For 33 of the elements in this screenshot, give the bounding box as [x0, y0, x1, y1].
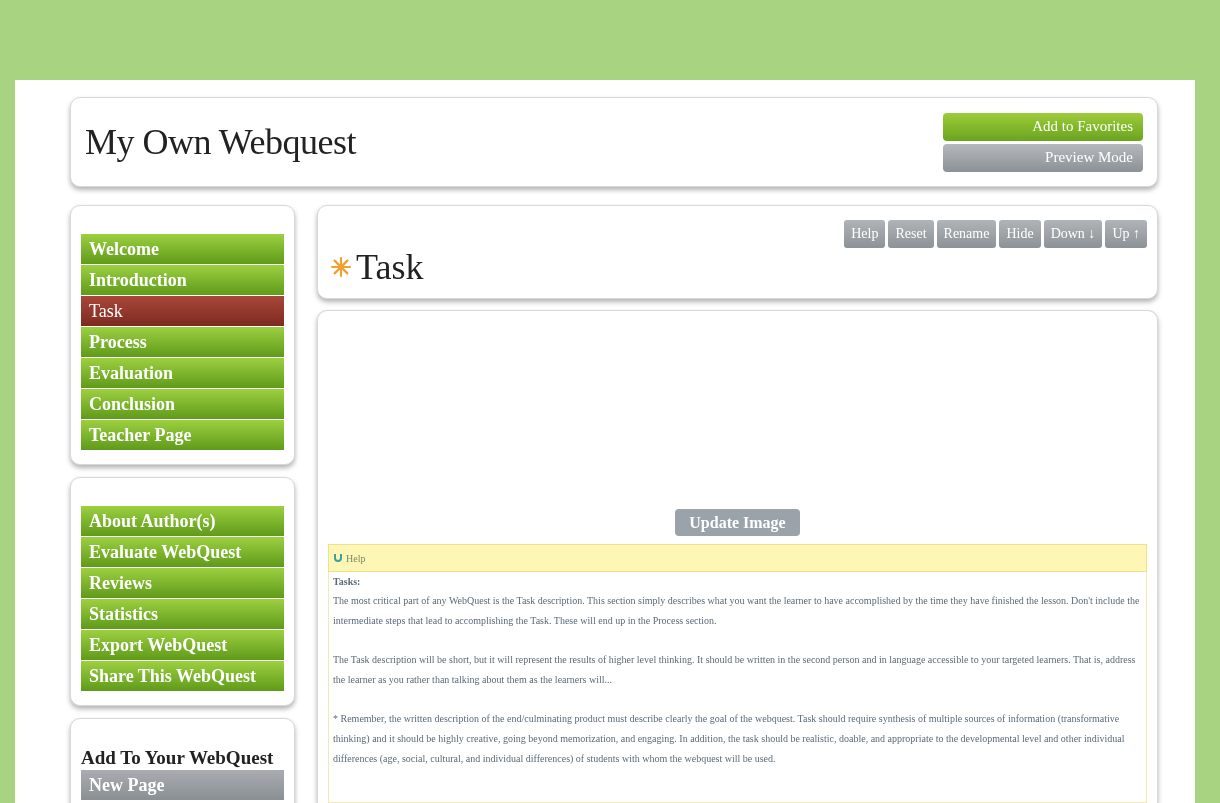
action-button[interactable]: Up ↑ — [1105, 220, 1147, 248]
update-image-button[interactable]: Update Image — [675, 509, 800, 536]
nav-item[interactable]: Welcome — [81, 234, 284, 264]
nav-item[interactable]: Evaluation — [81, 358, 284, 388]
page-title: Task — [356, 246, 424, 288]
header-button[interactable]: Add to Favorites — [943, 112, 1143, 141]
action-button[interactable]: Rename — [936, 220, 997, 248]
action-button[interactable]: Down ↓ — [1043, 220, 1103, 248]
help-heading: Tasks: — [333, 576, 362, 587]
tool-link[interactable]: Reviews — [81, 568, 284, 598]
nav-item[interactable]: Task — [81, 296, 284, 326]
tool-link[interactable]: Export WebQuest — [81, 630, 284, 660]
help-icon — [333, 553, 343, 563]
panel-title: Add To Your WebQuest — [81, 747, 275, 769]
nav-item[interactable]: Process — [81, 327, 284, 357]
tool-link[interactable]: Evaluate WebQuest — [81, 537, 284, 567]
site-title: My Own Webquest — [85, 121, 356, 163]
help-text: The most critical part of any WebQuest is the Task description. This section simply describes what you want the learner to have accomplished by the time they have finished the lesson. Don't include the intermediate steps that lead to accomplishing the Task. These will end up in the Process section. — [333, 594, 1141, 628]
action-button[interactable]: Reset — [888, 220, 934, 248]
asterisk-icon — [330, 256, 352, 278]
tool-link[interactable]: Share This WebQuest — [81, 661, 284, 691]
tool-link[interactable]: Statistics — [81, 599, 284, 629]
header-button[interactable]: Preview Mode — [943, 143, 1143, 172]
nav-item[interactable]: Introduction — [81, 265, 284, 295]
help-text: * Remember, the written description of the end/culminating product must describe clearly the goal of the webquest. Task should require synthesis of multiple sources of information (transformative thinking) and it should be highly creative, going beyond memorization, and engaging. In addition, the task should be realistic, doable, and appropriate to the developmental level and other individual differences (age, social, cultural, and individual differences) of students with whom the webquest will be used. — [333, 712, 1126, 766]
nav-item[interactable]: Teacher Page — [81, 420, 284, 450]
help-label: Help — [346, 552, 366, 564]
help-text: The Task description will be short, but it will represent the results of higher level thinking. It should be written in the second person and in language accessible to your targeted learners. That is, address the learner as you rather than talking about them as the learners will... — [333, 653, 1137, 687]
nav-item[interactable]: Conclusion — [81, 389, 284, 419]
action-button[interactable]: Hide — [999, 220, 1041, 248]
add-item[interactable]: New Page — [81, 770, 284, 800]
action-button[interactable]: Help — [844, 220, 886, 248]
tool-link[interactable]: About Author(s) — [81, 506, 284, 536]
